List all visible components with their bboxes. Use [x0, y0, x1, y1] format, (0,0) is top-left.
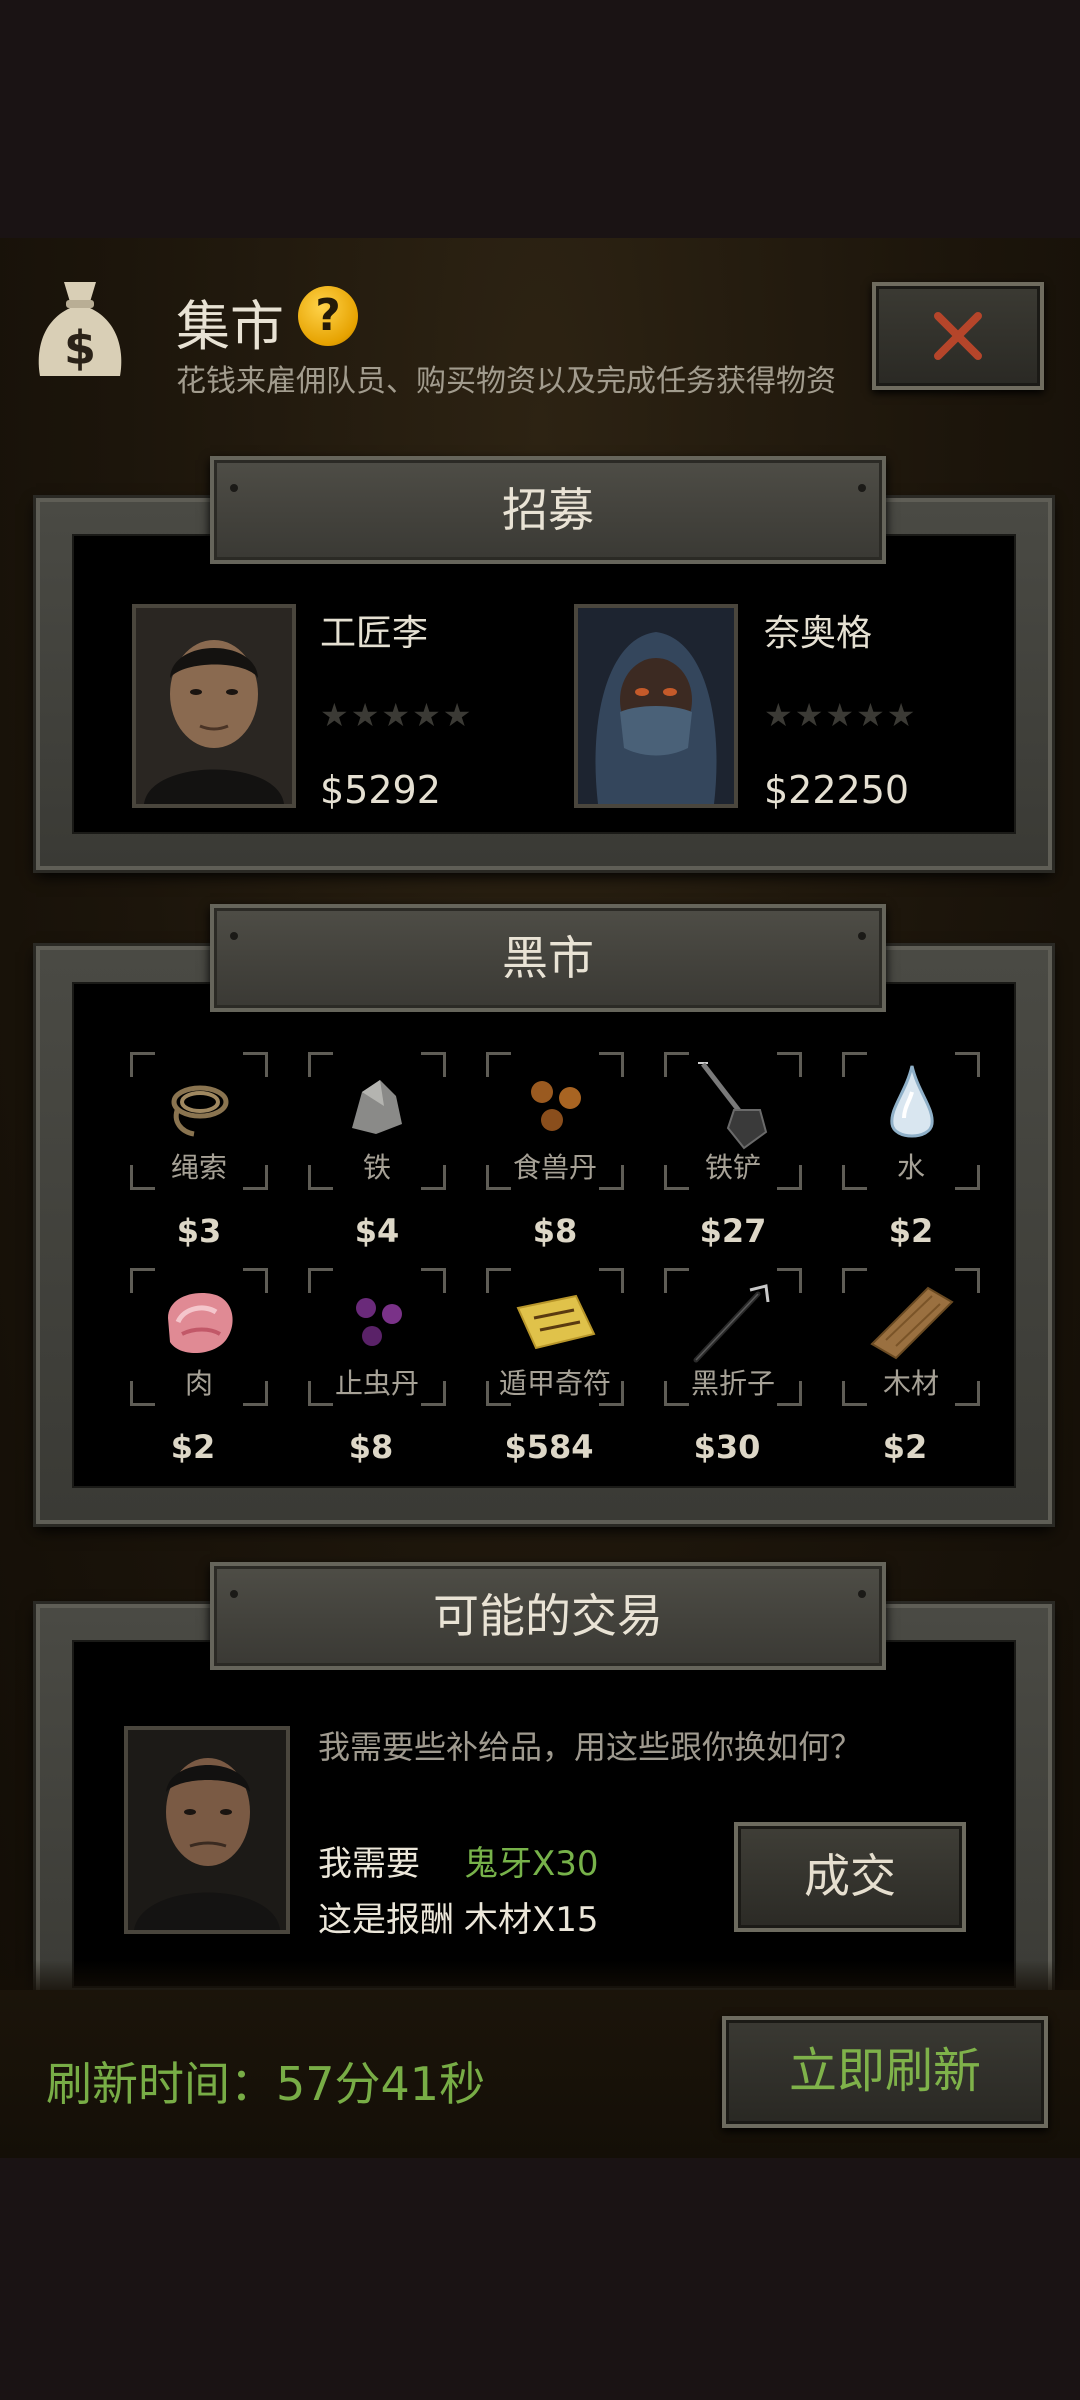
shovel-icon: [698, 1062, 768, 1150]
market-item-label: 黑折子: [690, 1367, 775, 1400]
money-bag-icon: $: [38, 282, 122, 376]
market-item-price: $30: [693, 1428, 761, 1466]
market-item-price: $3: [176, 1212, 222, 1250]
recruit-portrait-2[interactable]: [574, 604, 738, 808]
trade-reward-label: 这是报酬: [318, 1900, 454, 1940]
market-item-price: $584: [504, 1428, 594, 1466]
market-item-price: $27: [699, 1212, 767, 1250]
wood-icon: [870, 1286, 954, 1360]
refresh-timer: 刷新时间：57分41秒: [46, 2057, 486, 2111]
talisman-icon: [516, 1294, 596, 1350]
iron-ore-icon: [352, 1080, 402, 1134]
market-item-label: 遁甲奇符: [498, 1367, 611, 1400]
trader-portrait: [128, 1730, 286, 1930]
trade-question: 我需要些补给品，用这些跟你换如何？: [318, 1728, 863, 1766]
help-icon[interactable]: ?: [298, 286, 358, 346]
recruit-banner: 招募: [210, 456, 886, 564]
market-item-label: 木材: [882, 1367, 939, 1400]
recruit-name-2: 奈奥格: [764, 613, 873, 654]
market-item-torch-stick[interactable]: 黑折子: [664, 1268, 802, 1406]
market-item-label: 铁: [362, 1151, 391, 1184]
rope-icon: [171, 1085, 229, 1137]
market-item-iron[interactable]: 铁: [308, 1052, 446, 1190]
black-market-title: 黑市: [502, 931, 594, 985]
market-item-price: $2: [882, 1428, 928, 1466]
craftsman-portrait: [136, 608, 292, 804]
market-item-shovel[interactable]: 铁铲: [664, 1052, 802, 1190]
market-item-label: 水: [896, 1151, 925, 1184]
insect-pill-icon: [356, 1298, 402, 1346]
market-item-price: $2: [888, 1212, 934, 1250]
page-subtitle: 花钱来雇佣队员、购买物资以及完成任务获得物资: [176, 364, 836, 399]
market-item-insect-pill[interactable]: 止虫丹: [308, 1268, 446, 1406]
market-item-price: $2: [170, 1428, 216, 1466]
close-icon: [934, 312, 982, 360]
market-item-label: 止虫丹: [334, 1367, 419, 1400]
recruit-price-2: $22250: [764, 768, 910, 812]
torch-stick-icon: [693, 1284, 770, 1363]
water-drop-icon: [890, 1065, 934, 1138]
recruit-title: 招募: [502, 483, 594, 537]
market-item-label: 肉: [184, 1367, 213, 1400]
trade-npc-portrait: [124, 1726, 290, 1934]
recruit-stars-2: ★★★★★: [764, 696, 918, 734]
market-item-talisman[interactable]: 遁甲奇符: [486, 1268, 624, 1406]
market-item-rope[interactable]: 绳索: [130, 1052, 268, 1190]
recruit-name-1: 工匠李: [320, 613, 429, 654]
market-item-wood[interactable]: 木材: [842, 1268, 980, 1406]
recruit-price-1: $5292: [320, 768, 441, 812]
market-item-label: 食兽丹: [512, 1151, 597, 1184]
market-item-label: 绳索: [170, 1151, 227, 1184]
market-item-beast-pill[interactable]: 食兽丹: [486, 1052, 624, 1190]
svg-text:$: $: [64, 321, 96, 375]
trade-title: 可能的交易: [433, 1589, 663, 1643]
trade-banner: 可能的交易: [210, 1562, 886, 1670]
close-button[interactable]: [872, 282, 1044, 390]
trade-need-value: 鬼牙X30: [464, 1844, 599, 1884]
page-title: 集市: [176, 295, 284, 358]
market-item-label: 铁铲: [704, 1151, 761, 1184]
market-item-price: $8: [532, 1212, 578, 1250]
market-item-price: $8: [348, 1428, 394, 1466]
meat-icon: [168, 1293, 233, 1354]
market-item-price: $4: [354, 1212, 400, 1250]
market-item-water[interactable]: 水: [842, 1052, 980, 1190]
trade-reward-value: 木材X15: [464, 1900, 599, 1940]
market-item-meat[interactable]: 肉: [130, 1268, 268, 1406]
recruit-stars-1: ★★★★★: [320, 696, 474, 734]
recruit-portrait-1[interactable]: [132, 604, 296, 808]
trade-need-label: 我需要: [318, 1844, 420, 1884]
black-market-banner: 黑市: [210, 904, 886, 1012]
deal-button[interactable]: 成交: [734, 1822, 966, 1932]
hooded-portrait: [578, 608, 734, 804]
beast-pill-icon: [531, 1081, 581, 1131]
refresh-now-button[interactable]: 立即刷新: [722, 2016, 1048, 2128]
